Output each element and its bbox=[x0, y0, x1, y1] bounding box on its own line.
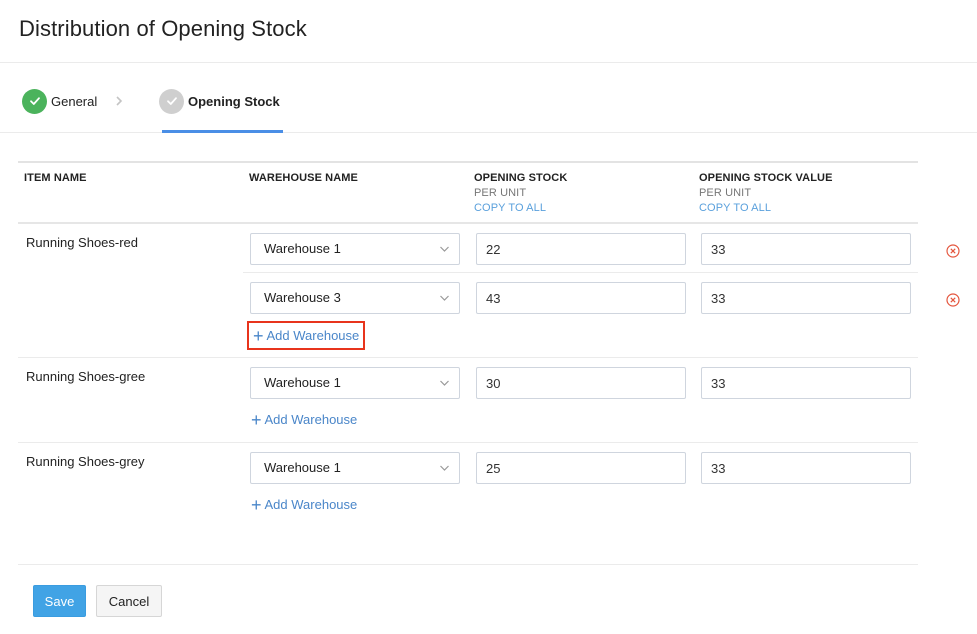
check-circle-icon bbox=[159, 88, 184, 114]
copy-to-all-link[interactable]: COPY TO ALL bbox=[474, 202, 567, 214]
add-warehouse-row: + Add Warehouse bbox=[18, 492, 918, 527]
active-step-indicator bbox=[162, 130, 283, 133]
plus-icon: + bbox=[251, 409, 262, 430]
item-group: Running Shoes-grey Warehouse 1 + Add War… bbox=[18, 443, 918, 527]
chevron-right-icon bbox=[116, 96, 123, 106]
step-label: General bbox=[51, 93, 98, 109]
footer-divider bbox=[18, 564, 918, 565]
column-subtitle: PER UNIT bbox=[474, 187, 527, 199]
add-warehouse-button[interactable]: + Add Warehouse bbox=[251, 409, 358, 430]
warehouse-select-value: Warehouse 1 bbox=[264, 375, 341, 390]
step-opening-stock[interactable]: Opening Stock bbox=[159, 88, 280, 114]
column-title: OPENING STOCK bbox=[474, 172, 568, 184]
add-warehouse-button[interactable]: + Add Warehouse bbox=[251, 494, 358, 515]
stepper: General Opening Stock bbox=[0, 63, 977, 133]
page-title: Distribution of Opening Stock bbox=[19, 16, 307, 41]
step-general[interactable]: General bbox=[22, 88, 97, 114]
step-label: Opening Stock bbox=[188, 93, 280, 109]
save-button[interactable]: Save bbox=[33, 585, 86, 617]
column-header-opening-stock: OPENING STOCK PER UNIT COPY TO ALL bbox=[474, 172, 567, 214]
add-warehouse-row: + Add Warehouse bbox=[18, 321, 918, 357]
item-group: Running Shoes-gree Warehouse 1 + Add War… bbox=[18, 358, 918, 443]
warehouse-select[interactable]: Warehouse 1 bbox=[250, 452, 460, 484]
warehouse-row: Warehouse 1 bbox=[243, 224, 960, 273]
plus-icon: + bbox=[253, 325, 264, 346]
chevron-down-icon bbox=[440, 295, 449, 301]
column-title: OPENING STOCK VALUE bbox=[699, 172, 833, 184]
opening-stock-input[interactable] bbox=[476, 233, 686, 265]
cancel-button[interactable]: Cancel bbox=[96, 585, 162, 617]
warehouse-row: Warehouse 1 bbox=[18, 358, 918, 407]
add-warehouse-label: Add Warehouse bbox=[264, 412, 358, 427]
add-warehouse-label: Add Warehouse bbox=[264, 497, 358, 512]
warehouse-select-value: Warehouse 3 bbox=[264, 290, 341, 305]
add-warehouse-button[interactable]: + Add Warehouse bbox=[247, 321, 366, 350]
warehouse-row: Warehouse 3 bbox=[18, 273, 960, 322]
copy-to-all-link[interactable]: COPY TO ALL bbox=[699, 202, 833, 214]
remove-row-icon[interactable] bbox=[946, 293, 960, 307]
opening-stock-value-input[interactable] bbox=[701, 367, 911, 399]
warehouse-select-value: Warehouse 1 bbox=[264, 460, 341, 475]
warehouse-row: Warehouse 1 bbox=[18, 443, 918, 492]
chevron-down-icon bbox=[440, 380, 449, 386]
opening-stock-input[interactable] bbox=[476, 452, 686, 484]
column-header-warehouse-name: WAREHOUSE NAME bbox=[249, 172, 358, 184]
warehouse-select[interactable]: Warehouse 1 bbox=[250, 233, 460, 265]
column-header-opening-stock-value: OPENING STOCK VALUE PER UNIT COPY TO ALL bbox=[699, 172, 833, 214]
add-warehouse-label: Add Warehouse bbox=[266, 328, 360, 343]
opening-stock-table: ITEM NAME WAREHOUSE NAME OPENING STOCK P… bbox=[18, 161, 960, 527]
column-subtitle: PER UNIT bbox=[699, 187, 752, 199]
warehouse-select-value: Warehouse 1 bbox=[264, 241, 341, 256]
page-header: Distribution of Opening Stock bbox=[0, 0, 977, 63]
plus-icon: + bbox=[251, 494, 262, 515]
opening-stock-input[interactable] bbox=[476, 282, 686, 314]
table-header: ITEM NAME WAREHOUSE NAME OPENING STOCK P… bbox=[18, 161, 918, 224]
opening-stock-value-input[interactable] bbox=[701, 452, 911, 484]
add-warehouse-row: + Add Warehouse bbox=[18, 407, 918, 442]
chevron-down-icon bbox=[440, 465, 449, 471]
remove-row-icon[interactable] bbox=[946, 244, 960, 258]
item-group: Running Shoes-red Warehouse 1 Warehouse … bbox=[18, 224, 960, 358]
chevron-down-icon bbox=[440, 246, 449, 252]
column-header-item-name: ITEM NAME bbox=[24, 172, 87, 184]
opening-stock-input[interactable] bbox=[476, 367, 686, 399]
check-circle-icon bbox=[22, 88, 47, 114]
warehouse-select[interactable]: Warehouse 1 bbox=[250, 367, 460, 399]
opening-stock-value-input[interactable] bbox=[701, 233, 911, 265]
warehouse-select[interactable]: Warehouse 3 bbox=[250, 282, 460, 314]
opening-stock-value-input[interactable] bbox=[701, 282, 911, 314]
